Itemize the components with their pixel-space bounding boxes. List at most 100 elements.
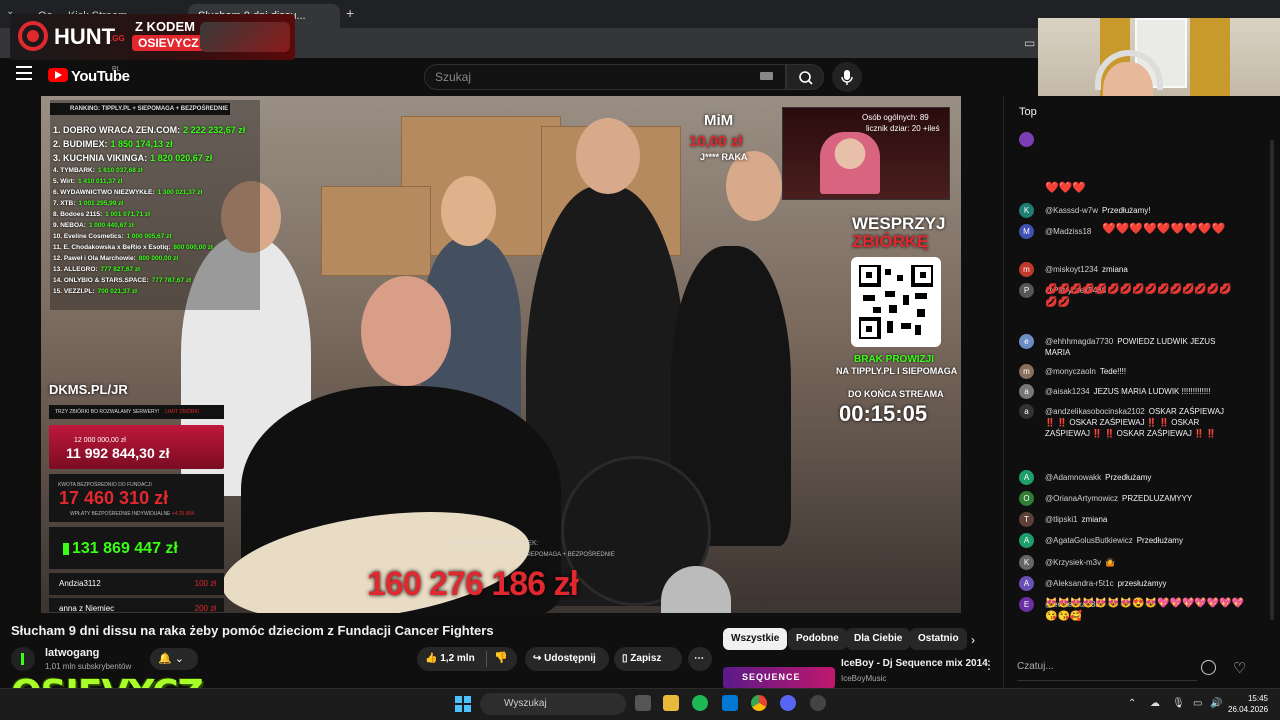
support-title-2: ZBIÓRKĘ xyxy=(852,232,929,251)
chat-avatar[interactable]: m xyxy=(1019,364,1034,379)
chat-avatar[interactable]: m xyxy=(1019,262,1034,277)
chat-avatar[interactable]: K xyxy=(1019,555,1034,570)
chat-text: Przedłużamy xyxy=(1136,536,1183,545)
ranking-label: 8. Bodoes 2115: xyxy=(53,211,103,218)
ranking-amount: 800 000,00 zł xyxy=(138,255,179,262)
chat-message: @miskoyt1234 zmiana xyxy=(1045,264,1235,275)
chat-author[interactable]: @tlipski1 xyxy=(1045,515,1078,524)
chat-message: @tlipski1 zmiana xyxy=(1045,514,1235,525)
cast-icon[interactable]: ▭ xyxy=(1024,36,1035,50)
chat-message: @Kasssd-w7w Przedłużamy! xyxy=(1045,205,1235,216)
save-button[interactable]: ▯ Zapisz xyxy=(614,647,682,671)
ranking-row: 12. Paweł i Ola Marchowie: 800 000,00 zł xyxy=(53,255,178,262)
chat-message: @OrianaArtymowicz PRZEDLUZAMYYY xyxy=(1045,493,1235,504)
ranking-label: 3. KUCHNIA VIKINGA: xyxy=(53,153,148,163)
counter-bar-limit: LIMIT ZBIÓRKI xyxy=(165,409,200,415)
search-button[interactable] xyxy=(786,64,824,90)
chat-avatar[interactable]: M xyxy=(1019,224,1034,239)
store-icon[interactable] xyxy=(722,695,738,711)
more-actions-button[interactable]: ⋯ xyxy=(688,647,712,671)
ranking-label: 9. NEBOA: xyxy=(53,222,86,229)
chat-avatar[interactable]: K xyxy=(1019,203,1034,218)
chat-avatar[interactable]: O xyxy=(1019,491,1034,506)
chat-avatar[interactable]: E xyxy=(1019,597,1034,612)
hunt-tld: .GG xyxy=(110,34,125,43)
windows-start-icon[interactable] xyxy=(455,696,471,712)
chat-avatar[interactable]: A xyxy=(1019,470,1034,485)
discord-icon[interactable] xyxy=(780,695,796,711)
share-button[interactable]: ↪ Udostępnij xyxy=(525,647,609,671)
chat-author[interactable]: @AgataGolusButkiewicz xyxy=(1045,536,1133,545)
countdown-timer: 00:15:05 xyxy=(839,401,928,426)
chat-avatar[interactable]: A xyxy=(1019,533,1034,548)
ranking-row: 8. Bodoes 2115: 1 001 071,71 zł xyxy=(53,211,150,218)
chat-emoji-row: 😻😻😻😻😻😻😻😍😻💖💖💖💖💖💖💖😘😘🥰 xyxy=(1045,598,1245,622)
chat-avatar[interactable]: e xyxy=(1019,334,1034,349)
chat-message: @Krzysiek-m3v 🤷 xyxy=(1045,557,1235,568)
channel-name[interactable]: latwogang xyxy=(45,647,99,659)
monitor-icon[interactable]: ▭ xyxy=(1193,698,1202,709)
ranking-row: 6. WYDAWNICTWO NIEZWYKŁE: 1 300 021,37 zł xyxy=(53,189,202,196)
counter-bar-text: TRZY ZBIÓRKI BO ROZWALAMY SERWERY! xyxy=(55,409,160,415)
chat-scrollbar[interactable] xyxy=(1270,140,1274,620)
clock-date: 26.04.2026 xyxy=(1228,705,1269,714)
mic-tray-icon[interactable]: 🎙 xyxy=(1172,698,1185,709)
taskbar-clock[interactable]: 15:45 26.04.2026 xyxy=(1228,693,1268,715)
ranking-row: 10. Eveline Cosmetics: 1 000 005,67 zł xyxy=(53,233,171,240)
youtube-logo-icon[interactable] xyxy=(48,68,68,82)
chat-author[interactable]: @Aleksandra-r5t1c xyxy=(1045,579,1114,588)
chip-related[interactable]: Podobne xyxy=(788,628,847,650)
task-view-icon[interactable] xyxy=(635,695,651,711)
counter-bar: TRZY ZBIÓRKI BO ROZWALAMY SERWERY! LIMIT … xyxy=(49,405,224,419)
heart-icon[interactable]: ♡ xyxy=(1233,659,1246,677)
more-vert-icon[interactable]: ⋮ xyxy=(983,658,995,672)
chat-author[interactable]: @Krzysiek-m3v xyxy=(1045,558,1101,567)
chevron-right-icon[interactable]: › xyxy=(971,633,975,647)
app-icon[interactable] xyxy=(810,695,826,711)
spotify-icon[interactable] xyxy=(692,695,708,711)
chat-author[interactable]: @OrianaArtymowicz xyxy=(1045,494,1118,503)
chat-author[interactable]: @Adamnowakk xyxy=(1045,473,1101,482)
chip-for-you[interactable]: Dla Ciebie xyxy=(846,628,911,650)
chat-message: @monyczaoln Tede!!!! xyxy=(1045,366,1235,377)
total-sub: + SIEPOMAGA + BEZPOŚREDNIE xyxy=(520,552,615,558)
chip-recent[interactable]: Ostatnio xyxy=(910,628,967,650)
tray-chevron-icon[interactable]: ⌃ xyxy=(1128,698,1136,709)
chat-author[interactable]: @ehhhmagda7730 xyxy=(1045,337,1113,346)
chat-message: @ehhhmagda7730 POWIEDZ LUDWIK JEZUS MARIA xyxy=(1045,336,1235,358)
chip-all[interactable]: Wszystkie xyxy=(723,628,788,650)
chat-author[interactable]: @Madziss18 xyxy=(1045,227,1091,236)
chat-author[interactable]: @monyczaoln xyxy=(1045,367,1096,376)
emoji-picker-icon[interactable] xyxy=(1201,660,1216,675)
cloud-icon[interactable]: ☁ xyxy=(1150,698,1160,709)
voice-search-button[interactable] xyxy=(832,62,862,92)
chat-avatar[interactable]: A xyxy=(1019,576,1034,591)
chat-avatar[interactable]: T xyxy=(1019,512,1034,527)
chat-avatar[interactable]: P xyxy=(1019,283,1034,298)
goal-amount: 11 992 844,30 zł xyxy=(66,445,170,461)
chat-author[interactable]: @andzelikasobocinska2102 xyxy=(1045,407,1145,416)
chat-avatar[interactable]: a xyxy=(1019,404,1034,419)
hamburger-menu-icon[interactable] xyxy=(16,66,32,80)
chat-text: przesłużamyy xyxy=(1117,579,1167,588)
notification-bell-button[interactable]: 🔔 ⌄ xyxy=(150,648,198,670)
volume-icon[interactable]: 🔊 xyxy=(1210,698,1222,709)
file-explorer-icon[interactable] xyxy=(663,695,679,711)
taskbar-search[interactable]: Wyszukaj xyxy=(480,693,626,715)
recommendation-channel[interactable]: IceBoyMusic xyxy=(841,674,886,683)
chat-input[interactable]: Czatuj... xyxy=(1017,657,1197,677)
chat-avatar[interactable]: a xyxy=(1019,384,1034,399)
channel-avatar[interactable] xyxy=(11,647,35,671)
search-input[interactable]: Szukaj xyxy=(424,64,786,90)
chat-author[interactable]: @aisak1234 xyxy=(1045,387,1090,396)
thumbs-down-icon[interactable]: 👎 xyxy=(494,651,508,664)
chat-author[interactable]: @miskoyt1234 xyxy=(1045,265,1098,274)
hunt-logo-icon xyxy=(18,21,48,51)
recommendation-title[interactable]: IceBoy - Dj Sequence mix 2014 xyxy=(841,658,988,669)
keyboard-icon[interactable] xyxy=(760,72,773,80)
chat-top-label[interactable]: Top xyxy=(1019,106,1037,118)
search-icon xyxy=(799,71,813,85)
new-tab-button[interactable]: + xyxy=(346,5,354,21)
chrome-icon[interactable] xyxy=(751,695,767,711)
chat-author[interactable]: @Kasssd-w7w xyxy=(1045,206,1098,215)
